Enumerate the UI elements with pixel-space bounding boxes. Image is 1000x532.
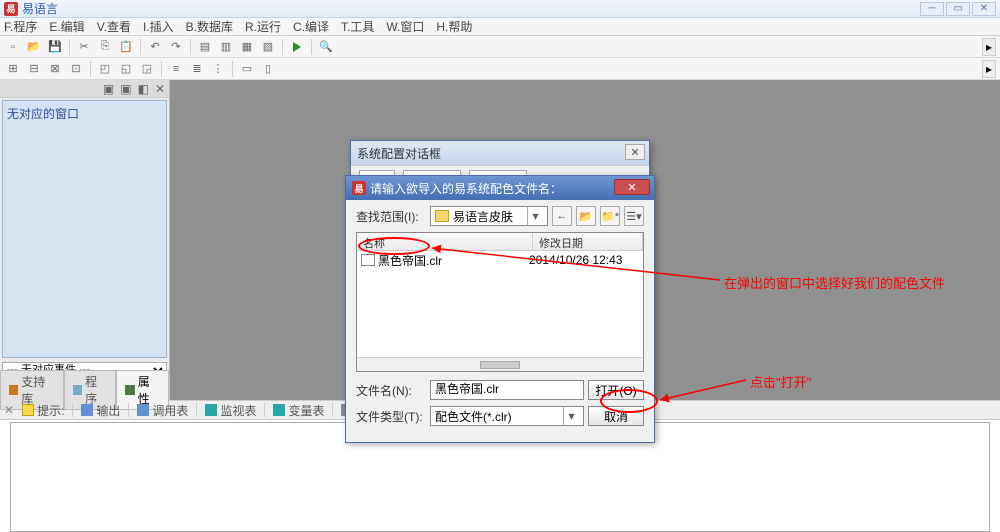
tb-open[interactable]: 📂 xyxy=(25,38,43,56)
open-file-dialog: 易 请输入欲导入的易系统配色文件名： ✕ 查找范围(I): 易语言皮肤 ▾ ← … xyxy=(345,175,655,443)
tb2-l[interactable]: ▯ xyxy=(259,60,277,78)
tb-cut[interactable]: ✂ xyxy=(75,38,93,56)
tb-redo[interactable]: ↷ xyxy=(167,38,185,56)
toolbar2-overflow[interactable]: ▸ xyxy=(982,60,996,78)
tb2-g[interactable]: ◲ xyxy=(138,60,156,78)
col-date[interactable]: 修改日期 xyxy=(533,233,643,250)
tree-text: 无对应的窗口 xyxy=(7,107,79,121)
tb2-i[interactable]: ≣ xyxy=(188,60,206,78)
tb2-k[interactable]: ▭ xyxy=(238,60,256,78)
nav-view-button[interactable]: ☰▾ xyxy=(624,206,644,226)
maximize-button[interactable]: ▭ xyxy=(946,2,970,16)
minimize-button[interactable]: ─ xyxy=(920,2,944,16)
menu-help[interactable]: H.帮助 xyxy=(436,18,472,35)
toolbar-overflow[interactable]: ▸ xyxy=(982,38,996,56)
app-icon: 易 xyxy=(4,2,18,16)
window-controls: ─ ▭ ✕ xyxy=(920,2,996,16)
file-icon xyxy=(361,254,375,266)
dropdown-arrow-icon: ▾ xyxy=(527,207,543,225)
menu-insert[interactable]: I.插入 xyxy=(143,18,174,35)
bt-calls[interactable]: 调用表 xyxy=(133,402,192,419)
file-list[interactable]: 名称 修改日期 黑色帝国.clr 2014/10/26 12:43 xyxy=(356,232,644,372)
menu-run[interactable]: R.运行 xyxy=(245,18,281,35)
menu-compile[interactable]: C.编译 xyxy=(293,18,329,35)
config-dialog-title[interactable]: 系统配置对话框 ✕ xyxy=(351,141,649,165)
panel-top-tabs: ▣ ▣ ◧ ✕ xyxy=(0,80,169,98)
config-close-button[interactable]: ✕ xyxy=(625,144,645,160)
lookin-dropdown[interactable]: 易语言皮肤 ▾ xyxy=(430,206,548,226)
bt-vars[interactable]: 变量表 xyxy=(269,402,328,419)
tb-book4[interactable]: ▧ xyxy=(259,38,277,56)
tb2-h[interactable]: ≡ xyxy=(167,60,185,78)
menu-database[interactable]: B.数据库 xyxy=(186,18,233,35)
tb2-j[interactable]: ⋮ xyxy=(209,60,227,78)
tb-new[interactable]: ▫ xyxy=(4,38,22,56)
open-close-button[interactable]: ✕ xyxy=(614,179,650,195)
tb-copy[interactable]: ⎘ xyxy=(96,38,114,56)
tree-view[interactable]: 无对应的窗口 xyxy=(2,100,167,358)
window-titlebar: 易 易语言 ─ ▭ ✕ xyxy=(0,0,1000,18)
panel-tab-pin3[interactable]: ◧ xyxy=(138,82,149,96)
tb-book2[interactable]: ▥ xyxy=(217,38,235,56)
file-name-cell: 黑色帝国.clr xyxy=(378,252,529,269)
col-name[interactable]: 名称 xyxy=(357,233,533,250)
menu-program[interactable]: F.程序 xyxy=(4,18,37,35)
annotation-text-1: 在弹出的窗口中选择好我们的配色文件 xyxy=(724,273,945,292)
panel-tab-close[interactable]: ✕ xyxy=(155,82,165,96)
nav-newfolder-button[interactable]: 📁* xyxy=(600,206,620,226)
tb-save[interactable]: 💾 xyxy=(46,38,64,56)
tb2-e[interactable]: ◰ xyxy=(96,60,114,78)
file-scrollbar[interactable] xyxy=(357,357,643,371)
bt-watch[interactable]: 监视表 xyxy=(201,402,260,419)
nav-up-button[interactable]: 📂 xyxy=(576,206,596,226)
menu-view[interactable]: V.查看 xyxy=(97,18,131,35)
toolbar-1: ▫ 📂 💾 ✂ ⎘ 📋 ↶ ↷ ▤ ▥ ▦ ▧ 🔍 ▸ xyxy=(0,36,1000,58)
filetype-label: 文件类型(T): xyxy=(356,408,426,425)
folder-icon xyxy=(435,210,449,222)
panel-tab-pin2[interactable]: ▣ xyxy=(120,82,131,96)
cancel-button[interactable]: 取消 xyxy=(588,406,644,426)
tb2-d[interactable]: ⊡ xyxy=(67,60,85,78)
tb-book[interactable]: ▤ xyxy=(196,38,214,56)
open-dialog-titlebar[interactable]: 易 请输入欲导入的易系统配色文件名： ✕ xyxy=(346,176,654,200)
open-button[interactable]: 打开(O) xyxy=(588,380,644,400)
menubar: F.程序 E.编辑 V.查看 I.插入 B.数据库 R.运行 C.编译 T.工具… xyxy=(0,18,1000,36)
filename-input-wrap xyxy=(430,380,584,400)
menu-tools[interactable]: T.工具 xyxy=(341,18,374,35)
bt-hint[interactable]: 提示: xyxy=(18,402,68,419)
app-title: 易语言 xyxy=(22,0,58,17)
tb2-f[interactable]: ◱ xyxy=(117,60,135,78)
lookin-label: 查找范围(I): xyxy=(356,208,426,225)
tb2-c[interactable]: ⊠ xyxy=(46,60,64,78)
filetype-dropdown[interactable]: 配色文件(*.clr) ▾ xyxy=(430,406,584,426)
menu-edit[interactable]: E.编辑 xyxy=(49,18,84,35)
annotation-text-2: 点击"打开" xyxy=(750,372,811,391)
tb-paste[interactable]: 📋 xyxy=(117,38,135,56)
panel-tab-pin1[interactable]: ▣ xyxy=(103,82,114,96)
dialog-app-icon: 易 xyxy=(352,181,366,195)
tb2-b[interactable]: ⊟ xyxy=(25,60,43,78)
side-panel: ▣ ▣ ◧ ✕ 无对应的窗口 --- 无对应事件 --- 支持库 程序 属性 xyxy=(0,80,170,400)
dropdown-arrow-icon: ▾ xyxy=(563,407,579,425)
filename-label: 文件名(N): xyxy=(356,382,426,399)
tb-find[interactable]: 🔍 xyxy=(317,38,335,56)
bt-output[interactable]: 输出 xyxy=(77,402,124,419)
tb-book3[interactable]: ▦ xyxy=(238,38,256,56)
file-date-cell: 2014/10/26 12:43 xyxy=(529,253,639,267)
filename-input[interactable] xyxy=(435,381,579,395)
panel-bottom-tabs: 支持库 程序 属性 xyxy=(0,380,169,400)
nav-back-button[interactable]: ← xyxy=(552,206,572,226)
tb-run[interactable] xyxy=(288,38,306,56)
menu-window[interactable]: W.窗口 xyxy=(386,18,424,35)
tb-undo[interactable]: ↶ xyxy=(146,38,164,56)
toolbar-2: ⊞ ⊟ ⊠ ⊡ ◰ ◱ ◲ ≡ ≣ ⋮ ▭ ▯ ▸ xyxy=(0,58,1000,80)
open-dialog-title: 请输入欲导入的易系统配色文件名： xyxy=(370,180,562,197)
close-button[interactable]: ✕ xyxy=(972,2,996,16)
tb2-a[interactable]: ⊞ xyxy=(4,60,22,78)
file-row[interactable]: 黑色帝国.clr 2014/10/26 12:43 xyxy=(357,251,643,269)
